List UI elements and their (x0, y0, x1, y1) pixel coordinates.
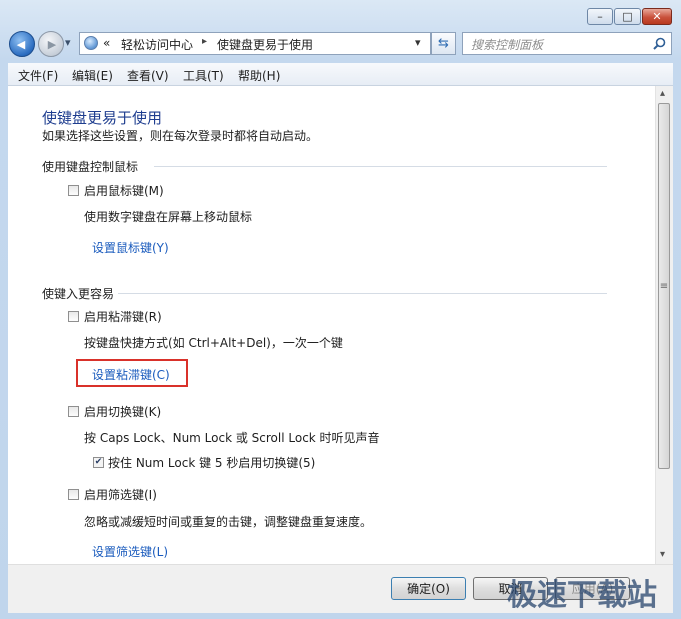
breadcrumb-separator-icon[interactable]: ▸ (202, 36, 207, 47)
ok-button[interactable]: 确定(O) (391, 577, 466, 600)
close-icon: ✕ (652, 10, 662, 23)
menu-edit[interactable]: 编辑(E) (72, 67, 113, 84)
filter-keys-label[interactable]: 启用筛选键(I) (84, 486, 157, 503)
filter-keys-description: 忽略或减缓短时间或重复的击键，调整键盘重复速度。 (84, 515, 373, 529)
setup-mouse-keys-link[interactable]: 设置鼠标键(Y) (92, 239, 169, 256)
maximize-button[interactable]: □ (614, 8, 641, 25)
scroll-down-icon[interactable]: ▾ (660, 549, 665, 560)
checkmark-icon: ✔ (94, 457, 103, 467)
sticky-keys-description: 按键盘快捷方式(如 Ctrl+Alt+Del)，一次一个键 (84, 336, 343, 350)
menu-tools[interactable]: 工具(T) (183, 67, 224, 84)
section-divider (154, 166, 607, 167)
search-input[interactable] (469, 35, 653, 54)
toggle-keys-checkbox[interactable] (68, 406, 79, 417)
forward-arrow-icon: ▶ (47, 37, 57, 51)
page-title: 使键盘更易于使用 (42, 109, 163, 127)
sticky-keys-checkbox[interactable] (68, 311, 79, 322)
breadcrumb-keyboard-page[interactable]: 使键盘更易于使用 (217, 36, 313, 53)
scroll-thumb[interactable]: ≡ (658, 103, 670, 469)
breadcrumb-overflow-icon[interactable]: « (103, 36, 110, 50)
toggle-keys-description: 按 Caps Lock、Num Lock 或 Scroll Lock 时听见声音 (84, 431, 380, 445)
toggle-keys-label[interactable]: 启用切换键(K) (84, 403, 161, 420)
mouse-keys-description: 使用数字键盘在屏幕上移动鼠标 (84, 210, 253, 224)
menu-bar: 文件(F) 编辑(E) 查看(V) 工具(T) 帮助(H) (8, 63, 673, 86)
refresh-button[interactable]: ⇆ (431, 32, 456, 55)
control-panel-icon (84, 36, 98, 50)
menu-file[interactable]: 文件(F) (18, 67, 58, 84)
forward-button[interactable]: ▶ (38, 31, 64, 57)
search-box[interactable] (462, 32, 672, 55)
recent-pages-dropdown-icon[interactable]: ▾ (65, 36, 71, 49)
page-subtitle: 如果选择这些设置，则在每次登录时都将自动启动。 (42, 129, 319, 143)
section-divider (118, 293, 607, 294)
refresh-icon: ⇆ (438, 36, 449, 51)
mouse-keys-checkbox[interactable] (68, 185, 79, 196)
back-button[interactable]: ◀ (9, 31, 35, 57)
back-arrow-icon: ◀ (16, 37, 26, 51)
menu-view[interactable]: 查看(V) (127, 67, 169, 84)
close-button[interactable]: ✕ (642, 8, 672, 25)
ok-button-label: 确定(O) (407, 582, 450, 596)
minimize-button[interactable]: – (587, 8, 613, 25)
filter-keys-checkbox[interactable] (68, 489, 79, 500)
vertical-scrollbar[interactable]: ▴ ≡ ▾ (655, 86, 673, 564)
section-heading-typing: 使键入更容易 (42, 287, 115, 301)
watermark-text: 极速下载站 (507, 578, 657, 613)
search-icon[interactable] (653, 37, 666, 50)
scroll-grip-icon: ≡ (659, 280, 669, 292)
setup-filter-keys-link[interactable]: 设置筛选键(L) (92, 543, 168, 560)
breadcrumb-ease-of-access[interactable]: 轻松访问中心 (121, 36, 193, 53)
minimize-icon: – (597, 10, 603, 23)
num-lock-hold-label[interactable]: 按住 Num Lock 键 5 秒启用切换键(5) (108, 454, 315, 471)
mouse-keys-label[interactable]: 启用鼠标键(M) (84, 182, 164, 199)
sticky-keys-label[interactable]: 启用粘滞键(R) (84, 308, 162, 325)
num-lock-hold-checkbox[interactable]: ✔ (93, 457, 104, 468)
section-heading-mouse: 使用键盘控制鼠标 (42, 160, 139, 174)
menu-help[interactable]: 帮助(H) (238, 67, 280, 84)
scroll-up-icon[interactable]: ▴ (660, 88, 665, 99)
setup-sticky-keys-link[interactable]: 设置粘滞键(C) (92, 366, 170, 383)
maximize-icon: □ (622, 10, 633, 23)
address-dropdown-icon[interactable]: ▾ (415, 36, 421, 49)
address-bar[interactable]: « 轻松访问中心 ▸ 使键盘更易于使用 ▾ (79, 32, 431, 55)
